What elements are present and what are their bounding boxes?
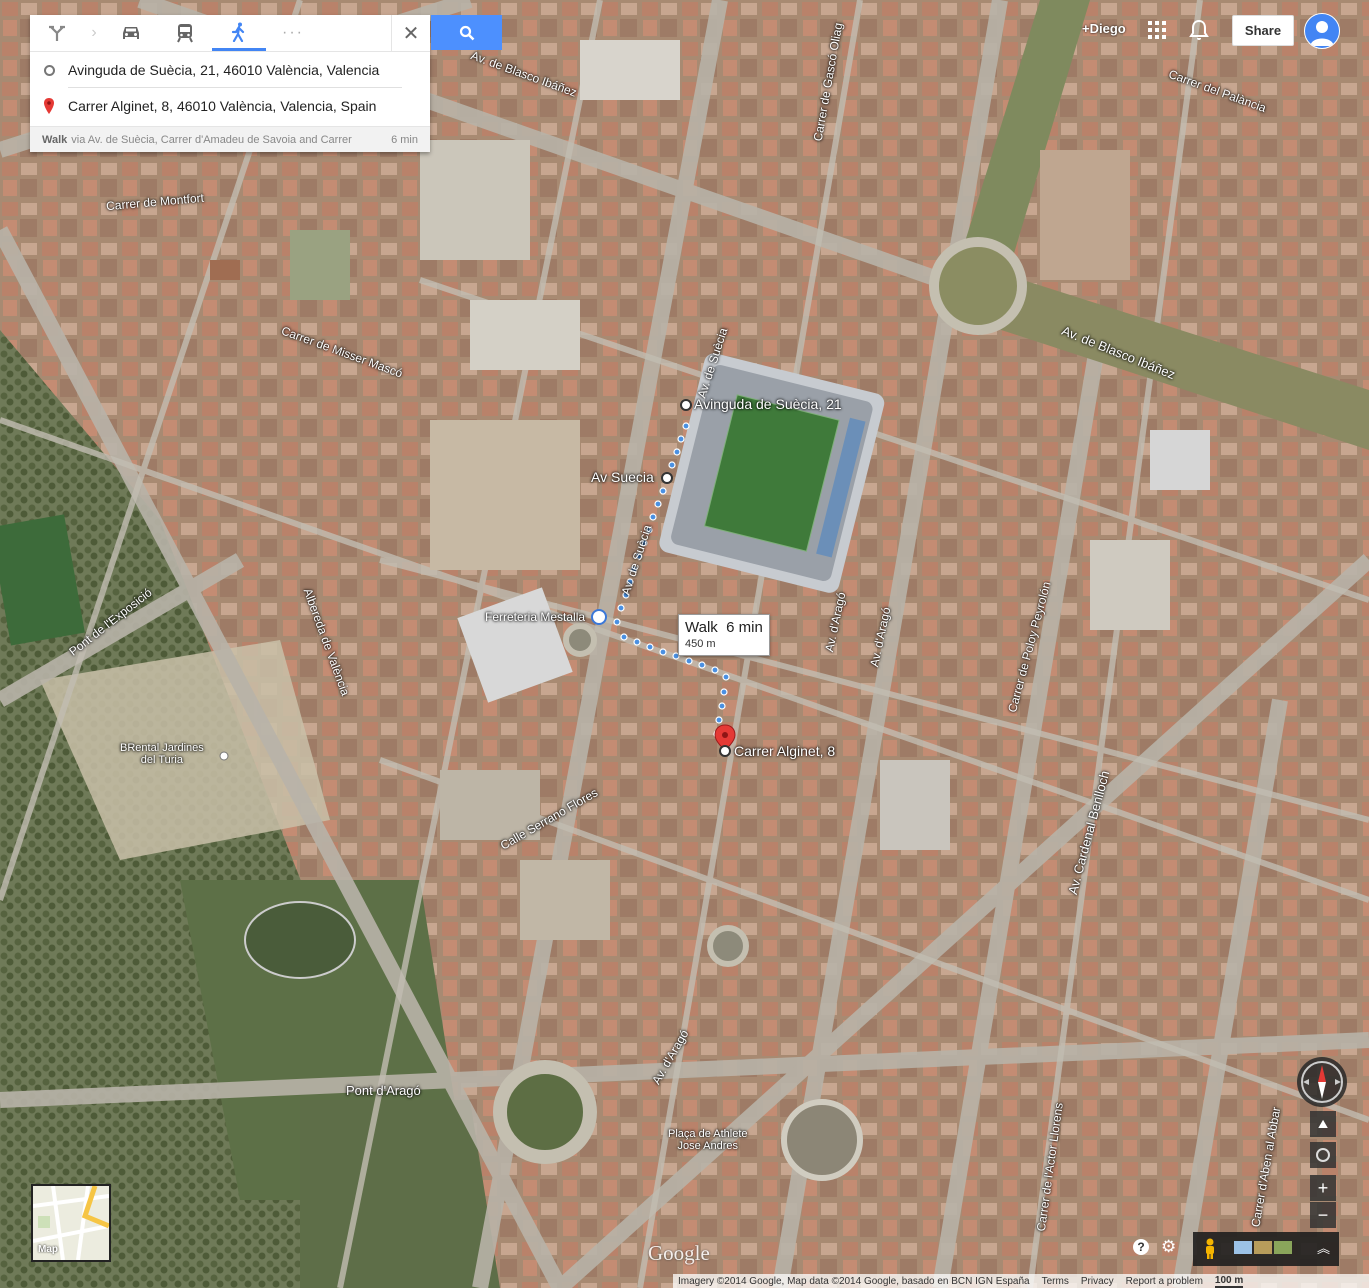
destination-field[interactable]: Carrer Alginet, 8, 46010 València, Valen… [68, 98, 376, 114]
place-label: Ferreteria Mestalla [485, 610, 586, 624]
zoom-in-button[interactable]: + [1310, 1175, 1336, 1201]
destination-marker-label: Carrer Alginet, 8 [734, 743, 836, 759]
origin-marker-label: Avinguda de Suècia, 21 [694, 396, 842, 412]
stop-marker-label: Av Suecia [591, 469, 654, 485]
help-icon[interactable]: ? [1133, 1239, 1149, 1255]
imagery-thumbnail-1[interactable] [1234, 1241, 1252, 1254]
mode-walking-button[interactable] [212, 15, 266, 51]
route-callout-time: Walk 6 min [685, 619, 763, 636]
stop-marker[interactable] [661, 472, 673, 484]
expand-chevron-icon[interactable]: ︽ [1317, 1238, 1330, 1257]
street-label: Pont d'Aragó [346, 1083, 421, 1098]
route-time: 6 min [391, 133, 418, 146]
shop-icon[interactable] [591, 609, 607, 625]
street-view-bar[interactable]: ︽ [1193, 1232, 1339, 1266]
tilt-icon: ⛰ [1317, 1116, 1329, 1131]
attribution-text: Imagery ©2014 Google, Map data ©2014 Goo… [678, 1275, 1030, 1287]
tilt-button[interactable]: ⛰ [1310, 1111, 1336, 1137]
more-icon: ··· [282, 24, 304, 41]
user-profile-link[interactable]: +Diego [1082, 21, 1126, 36]
train-icon [177, 24, 193, 43]
account-avatar[interactable] [1304, 13, 1340, 49]
travel-mode-bar: › ··· ✕ [30, 15, 430, 52]
car-icon [123, 27, 139, 39]
minimap-label: Map [38, 1244, 58, 1255]
location-target-icon [1316, 1148, 1330, 1162]
privacy-link[interactable]: Privacy [1081, 1276, 1114, 1287]
map-footer: Imagery ©2014 Google, Map data ©2014 Goo… [673, 1274, 1369, 1288]
route-callout-distance: 450 m [685, 638, 716, 650]
chevron-right-icon: › [91, 24, 97, 41]
route-options-button[interactable] [30, 15, 84, 51]
route-fork-icon [49, 25, 65, 41]
place-label: BRental Jardines del Turia [120, 742, 204, 766]
search-icon [459, 25, 474, 40]
google-logo: Google [648, 1241, 710, 1265]
notifications-bell-icon[interactable] [1189, 19, 1209, 41]
compass-icon [1301, 1061, 1343, 1103]
apps-grid-icon[interactable] [1148, 21, 1166, 39]
origin-marker[interactable] [680, 399, 692, 411]
origin-row[interactable]: Avinguda de Suècia, 21, 46010 València, … [30, 52, 430, 88]
share-button[interactable]: Share [1232, 15, 1294, 46]
zoom-out-button[interactable]: − [1310, 1202, 1336, 1228]
route-summary[interactable]: Walk via Av. de Suècia, Carrer d'Amadeu … [30, 126, 430, 152]
origin-field[interactable]: Avinguda de Suècia, 21, 46010 València, … [68, 62, 379, 78]
pegman-icon[interactable] [1203, 1238, 1217, 1260]
mode-driving-button[interactable] [104, 15, 158, 51]
close-directions-button[interactable]: ✕ [391, 15, 430, 51]
mode-transit-button[interactable] [158, 15, 212, 51]
directions-panel: › ··· ✕ Avinguda de Suècia, 21, 46010 Va… [30, 15, 430, 152]
walking-icon [231, 22, 245, 42]
gear-icon[interactable]: ⚙ [1161, 1237, 1176, 1257]
search-button[interactable] [431, 15, 502, 50]
route-via: via Av. de Suècia, Carrer d'Amadeu de Sa… [71, 133, 352, 146]
origin-circle-icon [43, 64, 55, 76]
map-view-toggle[interactable]: Map [31, 1184, 111, 1262]
place-dot-icon[interactable] [219, 751, 229, 761]
more-modes-button[interactable]: ··· [266, 15, 320, 51]
destination-marker[interactable] [719, 745, 731, 757]
close-icon: ✕ [402, 22, 420, 45]
place-label: Plaça de Athlete Jose Andres [668, 1128, 748, 1152]
destination-pin-small-icon [44, 98, 54, 114]
route-callout[interactable]: Walk 6 min 450 m [678, 614, 770, 656]
scale-bar[interactable]: 100 m [1214, 1275, 1244, 1288]
person-icon [1310, 21, 1334, 46]
route-mode: Walk [42, 133, 68, 146]
terms-link[interactable]: Terms [1042, 1276, 1069, 1287]
my-location-button[interactable] [1310, 1142, 1336, 1168]
destination-row[interactable]: Carrer Alginet, 8, 46010 València, Valen… [30, 88, 430, 124]
imagery-thumbnail-2[interactable] [1254, 1241, 1272, 1254]
imagery-thumbnail-3[interactable] [1274, 1241, 1292, 1254]
report-problem-link[interactable]: Report a problem [1126, 1276, 1203, 1287]
compass-control[interactable] [1297, 1057, 1347, 1107]
